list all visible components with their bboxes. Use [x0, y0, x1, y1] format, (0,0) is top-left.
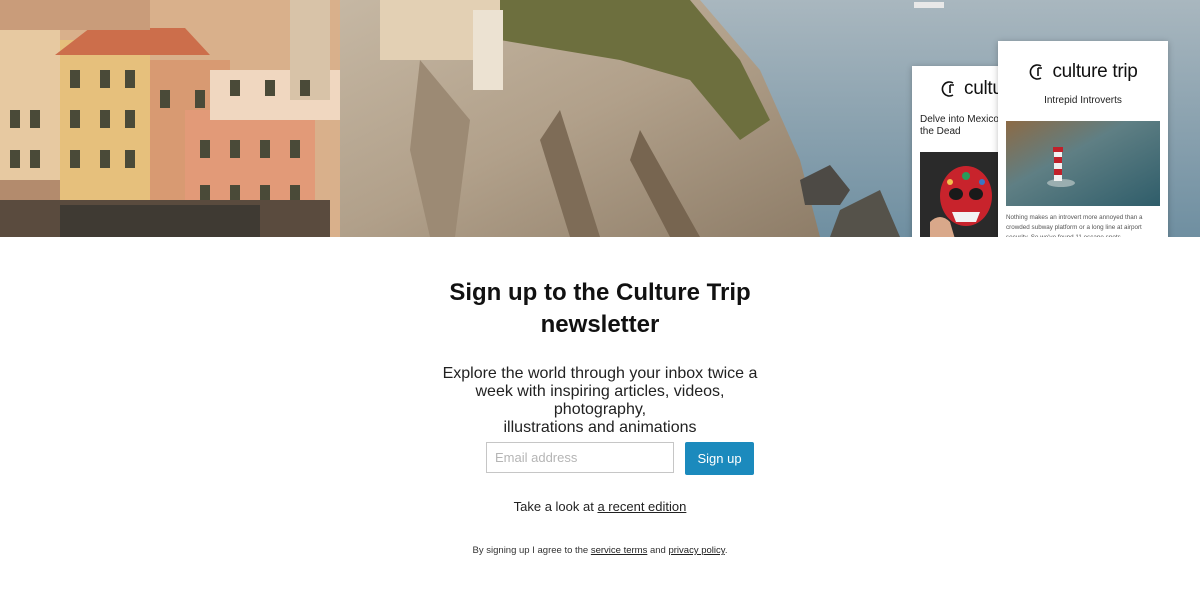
newsletter-preview-card-front: culture trip Intrepid Introverts Nothing… — [998, 41, 1168, 237]
card-issue-title: Intrepid Introverts — [1044, 95, 1122, 106]
recent-edition-link[interactable]: a recent edition — [597, 499, 686, 514]
service-terms-link[interactable]: service terms — [591, 545, 647, 556]
red-skull-image — [920, 152, 1006, 237]
newsletter-preview-card-back: culture trip Delve into Mexico's Joyful … — [912, 66, 1012, 237]
edition-prefix: Take a look at — [513, 499, 594, 514]
signup-section: Sign up to the Culture Trip newsletter E… — [0, 237, 1200, 590]
subtitle-line-2: week with inspiring articles, videos, ph… — [475, 383, 725, 418]
recent-edition-text: Take a look at a recent edition — [400, 499, 800, 514]
sign-up-button[interactable]: Sign up — [685, 442, 754, 475]
title-line-1: Sign up to the Culture Trip — [449, 279, 751, 306]
card-excerpt: Nothing makes an introvert more annoyed … — [1006, 214, 1143, 237]
culture-trip-logo: culture trip — [998, 61, 1168, 83]
culture-trip-logo-icon — [1030, 64, 1043, 80]
logo-text: culture trip — [1052, 61, 1138, 82]
page-subtitle: Explore the world through your inbox twi… — [440, 365, 760, 437]
lighthouse-image — [1006, 121, 1160, 206]
culture-trip-logo-icon — [941, 81, 954, 97]
terms-suffix: . — [724, 545, 728, 556]
terms-prefix: By signing up I agree to the — [472, 545, 589, 556]
subtitle-line-3: illustrations and animations — [503, 419, 697, 436]
terms-and: and — [649, 545, 666, 556]
email-field[interactable] — [486, 442, 674, 473]
terms-notice: By signing up I agree to the service ter… — [400, 545, 800, 556]
signup-form: Sign up — [486, 442, 756, 475]
privacy-policy-link[interactable]: privacy policy — [668, 545, 724, 556]
subtitle-line-1: Explore the world through your inbox twi… — [442, 365, 758, 382]
title-line-2: newsletter — [540, 311, 660, 338]
hero-banner: culture trip Delve into Mexico's Joyful … — [0, 0, 1200, 237]
page-title: Sign up to the Culture Trip newsletter — [400, 277, 800, 341]
